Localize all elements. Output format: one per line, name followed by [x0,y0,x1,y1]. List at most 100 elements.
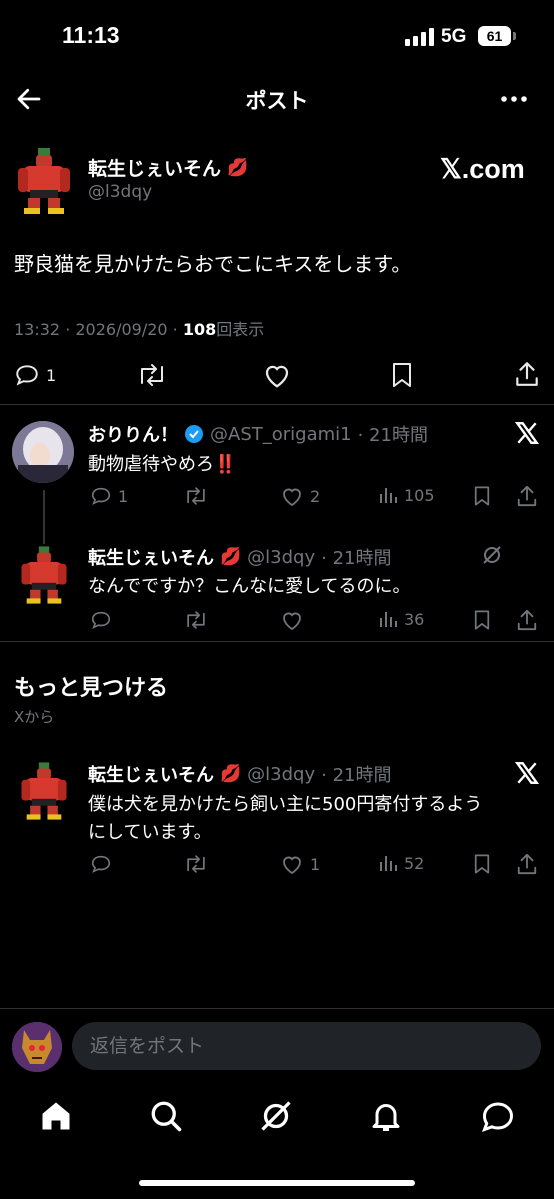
reply-1-header: おりりん！ @AST_origami1 · 21時間 [88,421,428,447]
reply-2-name[interactable]: 転生じぇいそん [88,544,214,570]
repost-icon[interactable] [183,609,209,631]
status-bar: 11:13 5G 61 [0,0,554,72]
reply-1-name[interactable]: おりりん！ [88,421,178,447]
grok-icon[interactable] [258,1098,294,1134]
reply-1-handle[interactable]: @AST_origami1 [210,424,352,445]
robot-avatar-icon [21,762,67,820]
discover-post-like-count: 1 [310,854,321,874]
post-meta: 13:32 · 2026/09/20 · 108回表示 [14,316,264,340]
x-logo-icon [514,422,540,444]
top-nav: ポスト [0,72,554,124]
signal-icon [405,28,434,46]
x-logo-icon [514,762,540,784]
bottom-tab-bar [0,1088,554,1148]
author-avatar[interactable] [14,146,74,216]
reply-input[interactable]: 返信をポスト [72,1022,541,1070]
reply-2-views[interactable]: 36 [378,609,424,629]
reply-2-time: · 21時間 [321,548,392,569]
reply-icon[interactable] [90,853,112,875]
author-name[interactable]: 転生じぇいそん [88,154,221,181]
reply-2-header: 転生じぇいそん 💋 @l3dqy · 21時間 [88,544,392,570]
lips-icon: 💋 [220,764,242,784]
post-timestamp: 13:32 · 2026/09/20 · [14,320,183,339]
reply-2-view-count: 36 [404,609,425,629]
reply-1-reply-count: 1 [118,486,129,506]
reply-1-view-count: 105 [404,485,435,505]
verified-badge-icon [185,425,203,443]
reply-2-handle[interactable]: @l3dqy [247,547,315,568]
reply-count: 1 [46,365,57,385]
repost-icon[interactable] [136,361,168,389]
robot-avatar-icon [21,546,67,604]
discover-post-handle[interactable]: @l3dqy [247,764,315,785]
discover-post-avatar[interactable] [18,760,70,822]
search-icon[interactable] [148,1098,184,1134]
reply-1-like-button[interactable]: 2 [280,485,320,507]
x-com-badge: 𝕏.com [440,154,525,184]
bookmark-icon[interactable] [390,361,414,389]
discover-post-name[interactable]: 転生じぇいそん [88,761,214,787]
views-icon [380,856,397,871]
author-name-row: 転生じぇいそん 💋 [88,154,248,181]
reply-2-text: なんでですか？こんなに愛してるのに。 [88,576,411,597]
views-label: 回表示 [216,320,265,339]
notifications-bell-icon[interactable] [368,1098,404,1134]
reply-button[interactable]: 1 [14,362,56,388]
battery-icon: 61 [478,26,511,46]
reply-icon [91,487,111,505]
reply-icon [16,365,38,386]
thread-line [43,490,45,544]
bookmark-icon[interactable] [472,609,492,631]
reply-1-time: · 21時間 [357,425,428,446]
like-icon[interactable] [262,361,292,389]
section-subtitle: Xから [14,708,55,726]
discover-post-header: 転生じぇいそん 💋 @l3dqy · 21時間 [88,761,392,787]
author-handle[interactable]: @l3dqy [88,182,152,202]
views-icon [380,612,397,627]
reply-2-avatar[interactable] [18,544,70,606]
grok-icon[interactable] [480,543,504,567]
reply-icon[interactable] [90,609,112,631]
section-title: もっと見つける [14,676,169,701]
discover-post-text-line2: にしています。 [88,822,212,843]
share-icon[interactable] [514,360,540,388]
like-icon[interactable] [280,609,304,631]
like-icon [283,488,301,507]
lips-icon: 💋 [227,157,249,178]
views-icon [380,488,397,503]
reply-1-text: 動物虐待やめろ‼️ [88,454,237,475]
home-indicator [139,1180,415,1186]
messages-icon[interactable] [480,1098,516,1134]
bookmark-icon[interactable] [472,485,492,507]
discover-post-views[interactable]: 52 [378,853,424,873]
my-avatar[interactable] [12,1022,62,1072]
bookmark-icon[interactable] [472,853,492,875]
network-type: 5G [441,26,467,47]
share-icon[interactable] [516,484,538,508]
lips-icon: 💋 [220,547,242,567]
reply-1-like-count: 2 [310,486,321,506]
like-icon [283,856,301,875]
divider [0,404,554,405]
robot-avatar-icon [18,148,70,214]
discover-post-text-line1: 僕は犬を見かけたら飼い主に500円寄付するよう [88,794,483,815]
discover-post-like-button[interactable]: 1 [280,853,320,875]
repost-icon[interactable] [183,853,209,875]
reply-1-reply-button[interactable]: 1 [90,485,128,507]
page-title: ポスト [245,89,309,113]
reply-avatar-origami[interactable] [12,421,74,483]
home-icon[interactable] [38,1098,74,1134]
reply-1-views[interactable]: 105 [378,485,435,505]
character-avatar-icon [12,1022,62,1072]
more-icon[interactable] [498,84,530,114]
anime-avatar-icon [12,421,74,483]
status-time: 11:13 [62,22,120,48]
discover-post-time: · 21時間 [321,765,392,786]
repost-icon[interactable] [183,485,209,507]
share-icon[interactable] [516,608,538,632]
post-text: 野良猫を見かけたらおでこにキスをします。 [14,252,412,276]
discover-post-view-count: 52 [404,853,425,873]
battery-tip [513,32,516,40]
reply-bar: 返信をポスト [0,1008,554,1088]
share-icon[interactable] [516,852,538,876]
